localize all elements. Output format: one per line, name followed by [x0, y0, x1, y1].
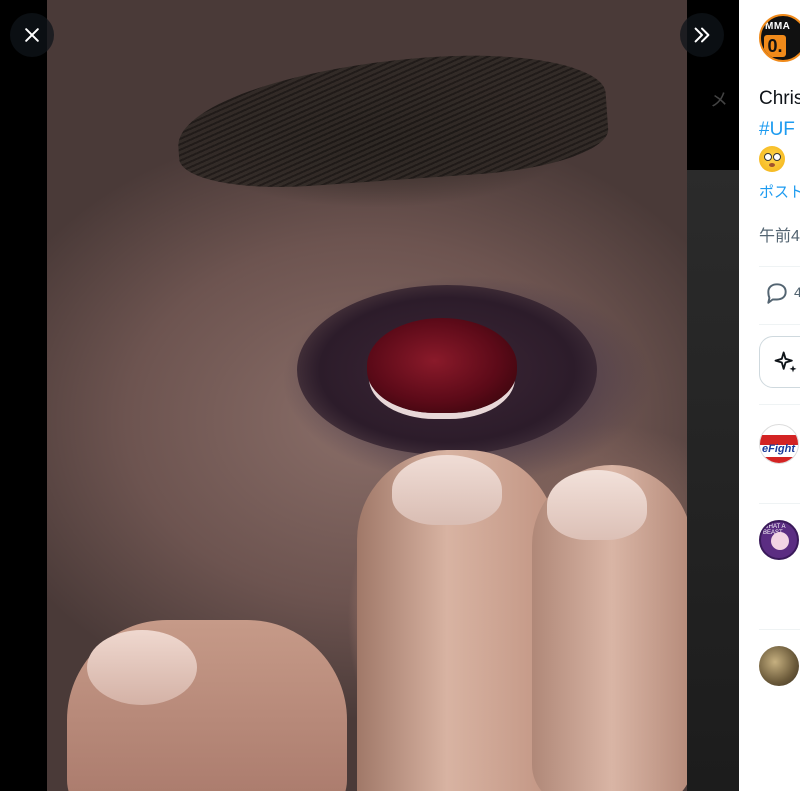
background-text: メ — [710, 90, 728, 110]
sparkle-icon — [774, 351, 797, 373]
divider — [759, 266, 800, 267]
reply-avatar-photo[interactable] — [759, 646, 799, 686]
photo-bloodshot-eye — [367, 318, 517, 413]
reply-avatar-what-a-beast[interactable]: WHAT A BEAST — [759, 520, 799, 560]
post-photo[interactable] — [47, 0, 687, 791]
divider — [759, 503, 800, 504]
efight-logo-text: eFight — [762, 443, 795, 455]
background-post-area — [686, 170, 739, 791]
close-icon — [25, 28, 39, 42]
reply-item[interactable] — [759, 646, 800, 694]
photo-lower-nail — [87, 630, 197, 705]
hashtag-link[interactable]: #UF — [759, 119, 795, 141]
author-avatar[interactable]: MMA 0. — [759, 14, 800, 62]
photo-index-nail — [392, 455, 502, 525]
close-button[interactable] — [10, 13, 54, 57]
photo-middle-nail — [547, 470, 647, 540]
reply-item[interactable]: eFight — [759, 424, 800, 472]
reply-item[interactable]: WHAT A BEAST — [759, 520, 800, 568]
post-timestamp[interactable]: 午前4 — [759, 222, 800, 246]
divider — [759, 324, 800, 325]
media-viewer: メ — [0, 0, 739, 791]
reply-count: 4 — [794, 284, 800, 300]
toggle-replies-button[interactable] — [680, 13, 724, 57]
reply-avatar-efight[interactable]: eFight — [759, 424, 799, 464]
grok-button[interactable] — [759, 336, 800, 388]
divider — [759, 629, 800, 630]
author-avatar-text: MMA — [765, 21, 791, 32]
photo-eyebrow — [173, 45, 611, 195]
author-avatar-number: 0. — [764, 35, 786, 57]
divider — [759, 404, 800, 405]
post-panel: MMA 0. Chris #UF ポスト 午前4 4 eFight WHAT A… — [739, 0, 800, 791]
translate-post-link[interactable]: ポスト — [759, 181, 800, 202]
flushed-face-icon — [759, 146, 785, 172]
reply-icon[interactable] — [764, 280, 790, 306]
double-chevron-right-icon — [694, 27, 710, 43]
post-text: Chris — [759, 88, 800, 109]
